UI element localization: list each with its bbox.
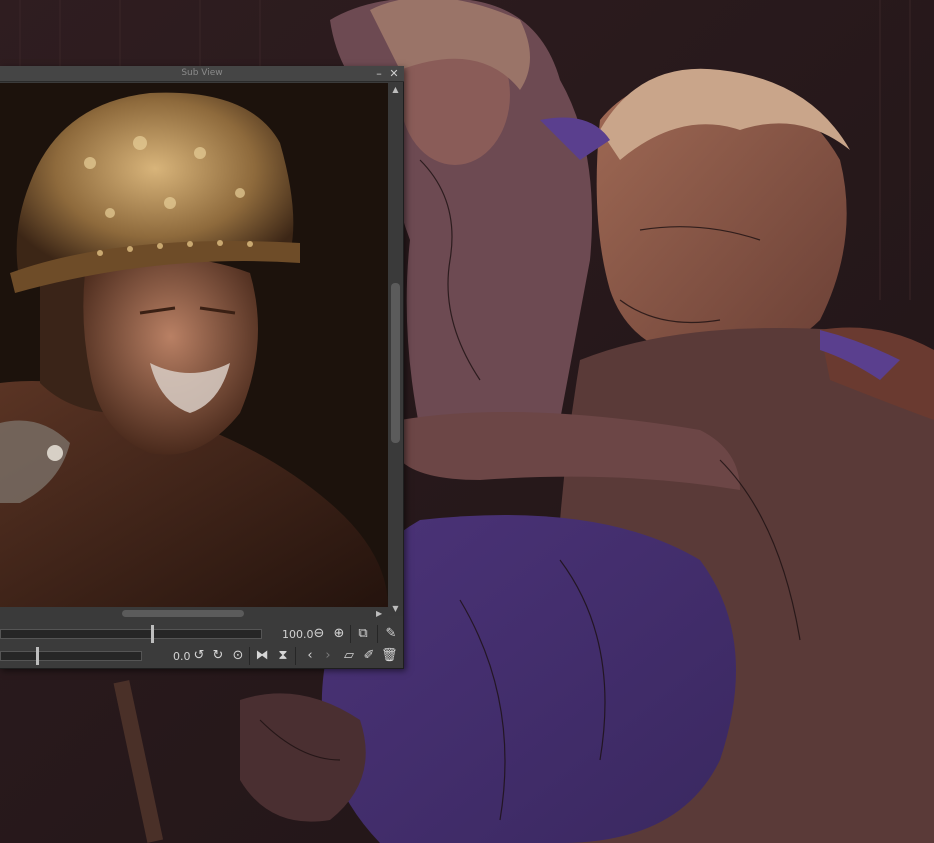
zoom-slider[interactable] xyxy=(0,625,262,643)
trash-icon[interactable]: 🗑 xyxy=(381,648,398,664)
divider xyxy=(377,625,378,643)
panel-title: Sub View xyxy=(181,68,223,78)
sub-view-titlebar[interactable]: Sub View – ✕ xyxy=(0,66,404,82)
rotation-row: 0.0 ↺ ↻ ⊙ ⧓ ⧗ ‹ › ▱ ✐ 🗑 xyxy=(0,645,404,667)
previous-icon[interactable]: ‹ xyxy=(302,648,318,664)
divider xyxy=(295,647,296,665)
eyedropper-icon[interactable]: ✎ xyxy=(383,626,399,642)
vertical-scrollbar[interactable]: ▲ ▼ xyxy=(388,83,403,616)
horizontal-scroll-thumb[interactable] xyxy=(122,610,244,617)
zoom-value: 100.0 xyxy=(282,628,314,641)
reference-image-viewport[interactable] xyxy=(0,83,388,607)
reference-painting xyxy=(0,83,388,607)
fit-view-icon[interactable]: ⧉ xyxy=(355,626,371,642)
folder-open-icon[interactable]: ▱ xyxy=(341,648,357,664)
next-icon[interactable]: › xyxy=(320,648,336,664)
rotation-slider-handle[interactable] xyxy=(36,647,39,665)
vertical-scroll-thumb[interactable] xyxy=(391,283,400,443)
rotate-left-icon[interactable]: ↺ xyxy=(191,648,207,664)
zoom-in-icon[interactable]: ⊕ xyxy=(331,626,347,642)
scroll-down-icon[interactable]: ▼ xyxy=(390,604,401,614)
divider xyxy=(350,625,351,643)
scroll-right-icon[interactable]: ▶ xyxy=(376,608,386,619)
scroll-up-icon[interactable]: ▲ xyxy=(390,85,401,95)
rotation-slider[interactable] xyxy=(0,647,142,665)
divider xyxy=(249,647,250,665)
zoom-slider-handle[interactable] xyxy=(151,625,154,643)
reset-rotation-icon[interactable]: ⊙ xyxy=(230,648,246,664)
flip-horizontal-icon[interactable]: ⧓ xyxy=(254,648,270,664)
rotate-right-icon[interactable]: ↻ xyxy=(210,648,226,664)
flip-vertical-icon[interactable]: ⧗ xyxy=(275,648,291,664)
horizontal-scrollbar[interactable]: ▶ xyxy=(0,607,388,620)
edit-list-icon[interactable]: ✐ xyxy=(361,648,377,664)
sub-view-panel: Sub View – ✕ ▲ ▼ ▶ 100.0 ⊖ ⊕ ⧉ ✎ 0.0 ↺ ↻… xyxy=(0,66,404,669)
zoom-out-icon[interactable]: ⊖ xyxy=(311,626,327,642)
close-button[interactable]: ✕ xyxy=(387,67,401,81)
minimize-button[interactable]: – xyxy=(372,67,386,81)
zoom-row: 100.0 ⊖ ⊕ ⧉ ✎ xyxy=(0,623,404,645)
rotation-value: 0.0 xyxy=(173,650,191,663)
